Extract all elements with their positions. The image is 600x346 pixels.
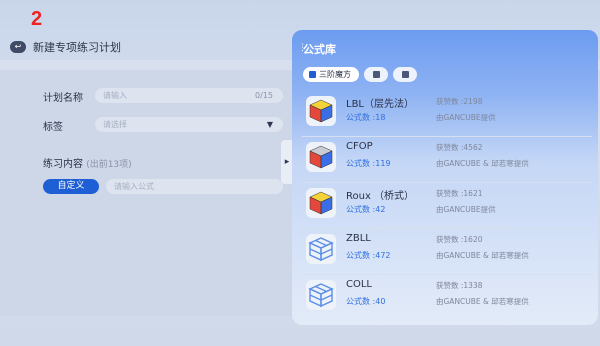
tab-2x2[interactable] (364, 67, 388, 82)
formula-name: ZBLL (346, 233, 371, 244)
plan-name-placeholder: 请输入 (103, 91, 127, 100)
back-button[interactable]: ↩ (10, 41, 26, 53)
chevron-down-icon: ▼ (266, 120, 273, 129)
likes-count: 获赞数 :1620 (436, 235, 483, 244)
likes-count: 获赞数 :1338 (436, 281, 483, 290)
back-icon: ↩ (14, 42, 22, 51)
plan-name-input[interactable]: 请输入 0/15 (95, 88, 283, 103)
custom-button[interactable]: 自定义 (43, 179, 99, 194)
tags-label: 标签 (43, 122, 63, 133)
tags-placeholder: 请选择 (103, 120, 127, 129)
formula-name: LBL（层先法） (346, 99, 415, 110)
page-title: 新建专项练习计划 (33, 41, 121, 54)
library-title: 公式库 (303, 43, 336, 56)
formula-input[interactable]: 请输入公式 (106, 179, 283, 194)
list-item[interactable]: ZBLL 公式数 :472 获赞数 :1620 由GANCUBE & 邱若寒提供 (302, 228, 592, 275)
formula-placeholder: 请输入公式 (114, 182, 154, 191)
tab-3x3[interactable]: 三阶魔方 (303, 67, 359, 82)
formula-list: LBL（层先法） 公式数 :18 获赞数 :2198 由GANCUBE提供 CF… (302, 90, 592, 320)
step-number: 2 (31, 8, 43, 30)
grid-icon (309, 71, 316, 78)
list-item[interactable]: COLL 公式数 :40 获赞数 :1338 由GANCUBE & 邱若寒提供 (302, 274, 592, 320)
source-text: 由GANCUBE提供 (436, 205, 496, 214)
grid-icon (401, 71, 409, 78)
rubiks-cube-icon (306, 188, 336, 218)
likes-count: 获赞数 :4562 (436, 143, 483, 152)
formula-count: 公式数 :42 (346, 205, 386, 214)
list-item[interactable]: Roux （桥式） 公式数 :42 获赞数 :1621 由GANCUBE提供 (302, 182, 592, 229)
source-text: 由GANCUBE & 邱若寒提供 (436, 159, 529, 168)
practice-label: 练习内容 (出前13项) (43, 155, 132, 170)
practice-title: 练习内容 (43, 159, 83, 170)
rubiks-cube-icon (306, 96, 336, 126)
list-item[interactable]: LBL（层先法） 公式数 :18 获赞数 :2198 由GANCUBE提供 (302, 90, 592, 137)
source-text: 由GANCUBE & 邱若寒提供 (436, 297, 529, 306)
chevron-right-icon: ▸ (284, 157, 290, 167)
formula-count: 公式数 :40 (346, 297, 386, 306)
formula-count: 公式数 :18 (346, 113, 386, 122)
formula-count: 公式数 :119 (346, 159, 391, 168)
rubiks-cube-icon (306, 142, 336, 172)
plan-name-label: 计划名称 (43, 93, 83, 104)
cube-blueprint-icon (306, 280, 336, 310)
tab-label: 三阶魔方 (319, 70, 351, 79)
practice-subtitle: (出前13项) (86, 160, 132, 170)
formula-count: 公式数 :472 (346, 251, 391, 260)
tab-4x4[interactable] (393, 67, 417, 82)
likes-count: 获赞数 :2198 (436, 97, 483, 106)
plan-name-counter: 0/15 (255, 91, 273, 100)
likes-count: 获赞数 :1621 (436, 189, 483, 198)
source-text: 由GANCUBE & 邱若寒提供 (436, 251, 529, 260)
source-text: 由GANCUBE提供 (436, 113, 496, 122)
formula-name: Roux （桥式） (346, 191, 415, 202)
list-item[interactable]: CFOP 公式数 :119 获赞数 :4562 由GANCUBE & 邱若寒提供 (302, 136, 592, 183)
grid-icon (372, 71, 380, 78)
cube-blueprint-icon (306, 234, 336, 264)
formula-name: COLL (346, 279, 372, 290)
formula-name: CFOP (346, 141, 373, 152)
tags-select[interactable]: 请选择 ▼ (95, 117, 283, 132)
